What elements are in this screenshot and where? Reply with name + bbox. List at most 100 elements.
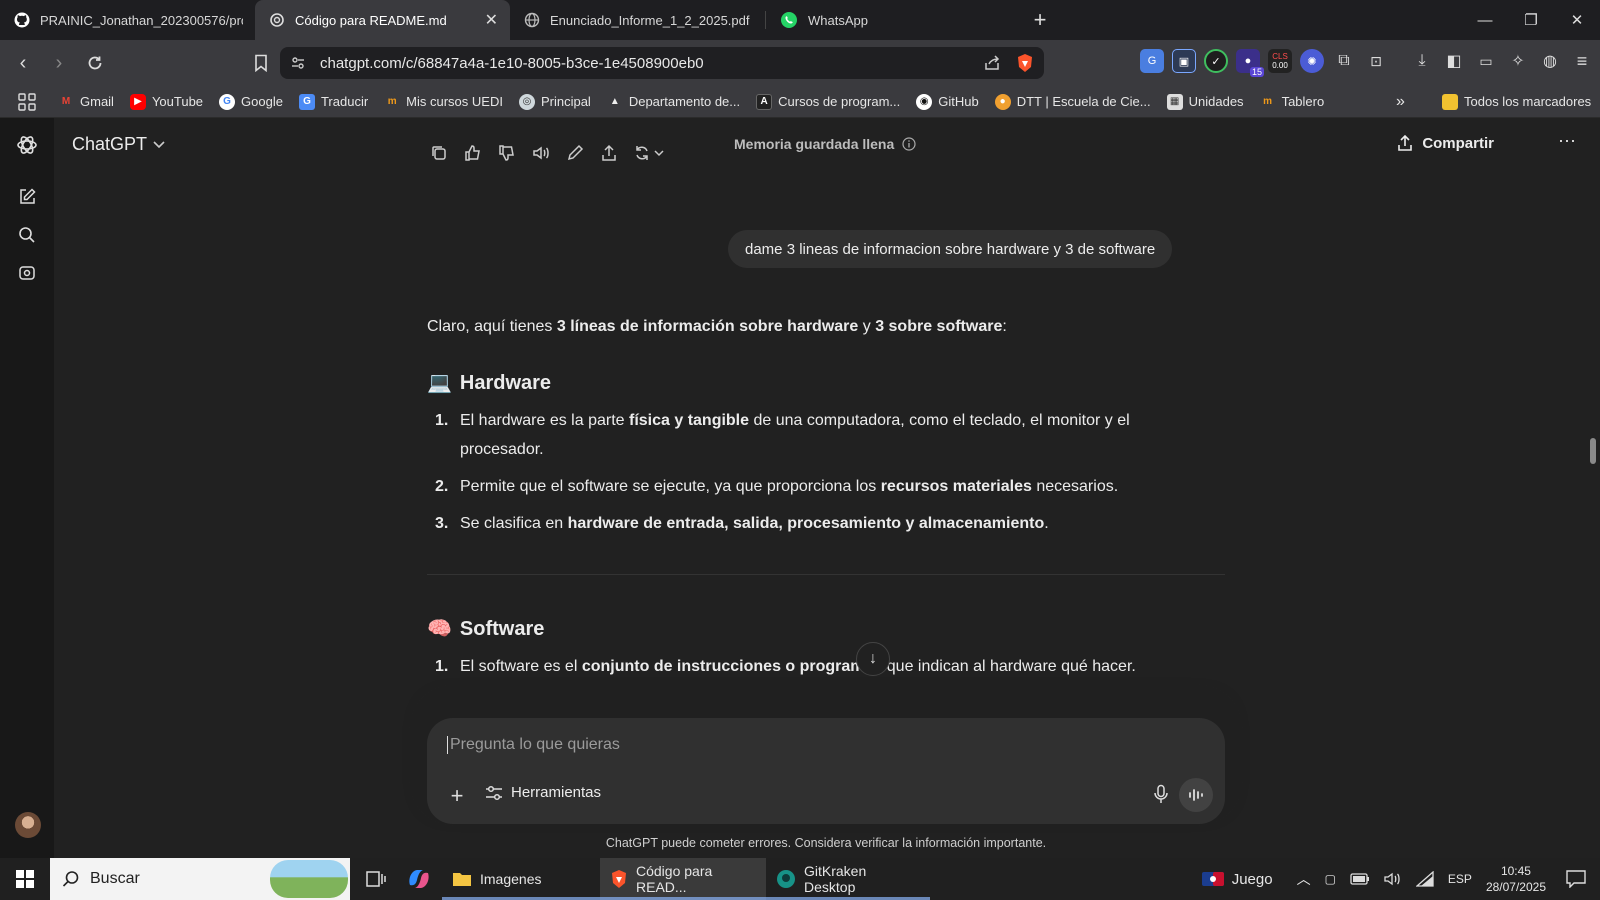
purple-extension-icon[interactable]: ● 15 [1236,49,1264,77]
taskbar-brave[interactable]: Código para READ... [600,858,766,900]
list-item: 3. Se clasifica en hardware de entrada, s… [435,509,1217,538]
copy-icon[interactable] [426,140,452,166]
brave-shield-icon[interactable] [1016,53,1034,73]
chevron-up-icon[interactable]: ︿ [1297,869,1311,889]
list-item: 2. Permite que el software se ejecute, ya… [435,472,1217,501]
bookmark-label: Departamento de... [628,94,741,109]
close-tab-icon[interactable]: ✕ [485,10,498,30]
download-icon[interactable]: ⤓ [1410,49,1434,73]
taskbar-gitkraken[interactable]: GitKraken Desktop [766,858,930,900]
more-bookmarks-button[interactable]: » [1396,93,1405,111]
tab-whatsapp[interactable]: WhatsApp [766,0,1022,40]
sidebar-toggle-icon[interactable]: ◧ [1442,49,1466,73]
memory-notice[interactable]: Memoria guardada llena [734,136,916,152]
restore-icon[interactable]: ❐ [1508,0,1554,40]
bookmark-unidades[interactable]: ▦ Unidades [1166,93,1244,110]
read-aloud-icon[interactable] [528,140,554,166]
extensions-area: G ▣ ✓ ● 15 CLS 0.00 ✺ ⧉ ⊡ ⤓ ◧ ▭ ✧ ◍ ≡ [1140,49,1594,77]
tab-chatgpt[interactable]: Código para README.md ✕ [255,0,510,40]
search-icon[interactable] [12,220,42,250]
back-button[interactable]: ‹ [8,48,38,78]
leo-ai-icon[interactable]: ✧ [1506,49,1530,73]
avatar[interactable] [15,812,41,838]
language-indicator[interactable]: ESP [1448,872,1472,886]
tab-github[interactable]: PRAINIC_Jonathan_202300576/prom [0,0,255,40]
cls-extension-icon[interactable]: CLS 0.00 [1268,49,1292,73]
voice-mode-button[interactable] [1179,778,1213,812]
translate-extension-icon[interactable]: G [1140,49,1164,73]
prompt-input[interactable]: Pregunta lo que quieras [447,736,620,754]
game-widget[interactable]: Juego [1192,858,1283,900]
hardware-heading: 💻 Hardware [427,369,1217,398]
notifications-icon[interactable] [1566,870,1586,888]
edit-canvas-icon[interactable] [562,140,588,166]
search-tab-icon[interactable]: ⊡ [1364,49,1388,73]
angular-icon: A [756,93,773,110]
openai-logo-icon[interactable] [12,130,42,160]
thumbs-up-icon[interactable] [460,140,486,166]
taskbar-imagenes[interactable]: Imagenes [442,858,600,900]
battery-icon[interactable] [1350,873,1370,885]
new-tab-button[interactable]: + [1022,0,1058,40]
bookmark-departamento[interactable]: ▲ Departamento de... [607,94,740,110]
scroll-to-bottom-button[interactable]: ↓ [856,642,890,676]
volume-icon[interactable] [1384,871,1402,887]
bookmark-principal[interactable]: ◎ Principal [518,93,591,110]
bookmark-label: DTT | Escuela de Cie... [1016,94,1151,109]
list-item: 1. El software es el conjunto de instrucc… [435,652,1217,681]
bookmark-github[interactable]: ◉ GitHub [916,93,979,110]
share-page-icon[interactable] [984,55,1002,71]
library-icon[interactable] [12,258,42,288]
thumbs-down-icon[interactable] [494,140,520,166]
address-bar[interactable]: chatgpt.com/c/68847a4a-1e10-8005-b3ce-1e… [280,47,1044,79]
bookmark-dtt[interactable]: ● DTT | Escuela de Cie... [994,93,1151,110]
all-bookmarks-folder[interactable]: Todos los marcadores [1442,93,1591,110]
windows-start-icon[interactable] [0,858,50,900]
bookmark-google[interactable]: G Google [219,93,283,110]
apps-grid-icon[interactable] [18,92,36,111]
list-text: El software es el conjunto de instruccio… [460,652,1136,681]
browser-tab-bar: PRAINIC_Jonathan_202300576/prom Código p… [0,0,1600,40]
close-window-icon[interactable]: ✕ [1554,0,1600,40]
scrollbar-thumb[interactable] [1590,438,1596,464]
microphone-icon[interactable] [1153,784,1169,804]
bold-text: recursos materiales [880,478,1032,495]
wifi-icon[interactable] [1415,871,1434,887]
share-message-icon[interactable] [596,140,622,166]
regenerate-icon[interactable] [630,140,670,166]
new-chat-icon[interactable] [12,182,42,212]
bookmark-uedi[interactable]: m Mis cursos UEDI [384,94,503,110]
vpn-icon[interactable]: ◍ [1538,49,1562,73]
menu-icon[interactable]: ≡ [1570,49,1594,73]
bookmark-label: Google [241,94,283,109]
task-view-icon[interactable] [356,858,396,900]
forward-button[interactable]: › [44,48,74,78]
bookmark-icon[interactable] [246,48,276,78]
more-options-icon[interactable]: ··· [1558,130,1576,151]
site-info-icon[interactable] [290,55,306,71]
clock[interactable]: 10:45 28/07/2025 [1486,863,1546,895]
add-attachment-button[interactable]: + [443,782,471,810]
color-extension-icon[interactable]: ✓ [1204,49,1228,73]
bookmark-traducir[interactable]: G Traducir [298,93,368,110]
text: El hardware es la parte [460,412,629,429]
minimize-icon[interactable]: — [1462,0,1508,40]
meet-icon[interactable]: ▢ [1325,872,1336,886]
reload-button[interactable] [80,48,110,78]
model-selector[interactable]: ChatGPT [72,134,165,155]
search-highlight-image [270,860,348,898]
search-icon [62,870,80,888]
wallet-icon[interactable]: ▭ [1474,49,1498,73]
bookmark-cursos[interactable]: A Cursos de program... [756,93,900,110]
screen-extension-icon[interactable]: ▣ [1172,49,1196,73]
bookmark-tablero[interactable]: m Tablero [1260,94,1324,110]
share-button[interactable]: Compartir [1396,134,1494,152]
bookmark-youtube[interactable]: ▶ YouTube [129,93,203,110]
tab-pdf[interactable]: Enunciado_Informe_1_2_2025.pdf [510,0,765,40]
copilot-icon[interactable] [396,858,442,900]
bookmark-gmail[interactable]: M Gmail [58,94,114,110]
taskbar-search[interactable]: Buscar [50,858,350,900]
puzzle-icon[interactable]: ⧉ [1332,49,1356,73]
tools-button[interactable]: Herramientas [485,784,601,801]
gear-extension-icon[interactable]: ✺ [1300,49,1324,73]
